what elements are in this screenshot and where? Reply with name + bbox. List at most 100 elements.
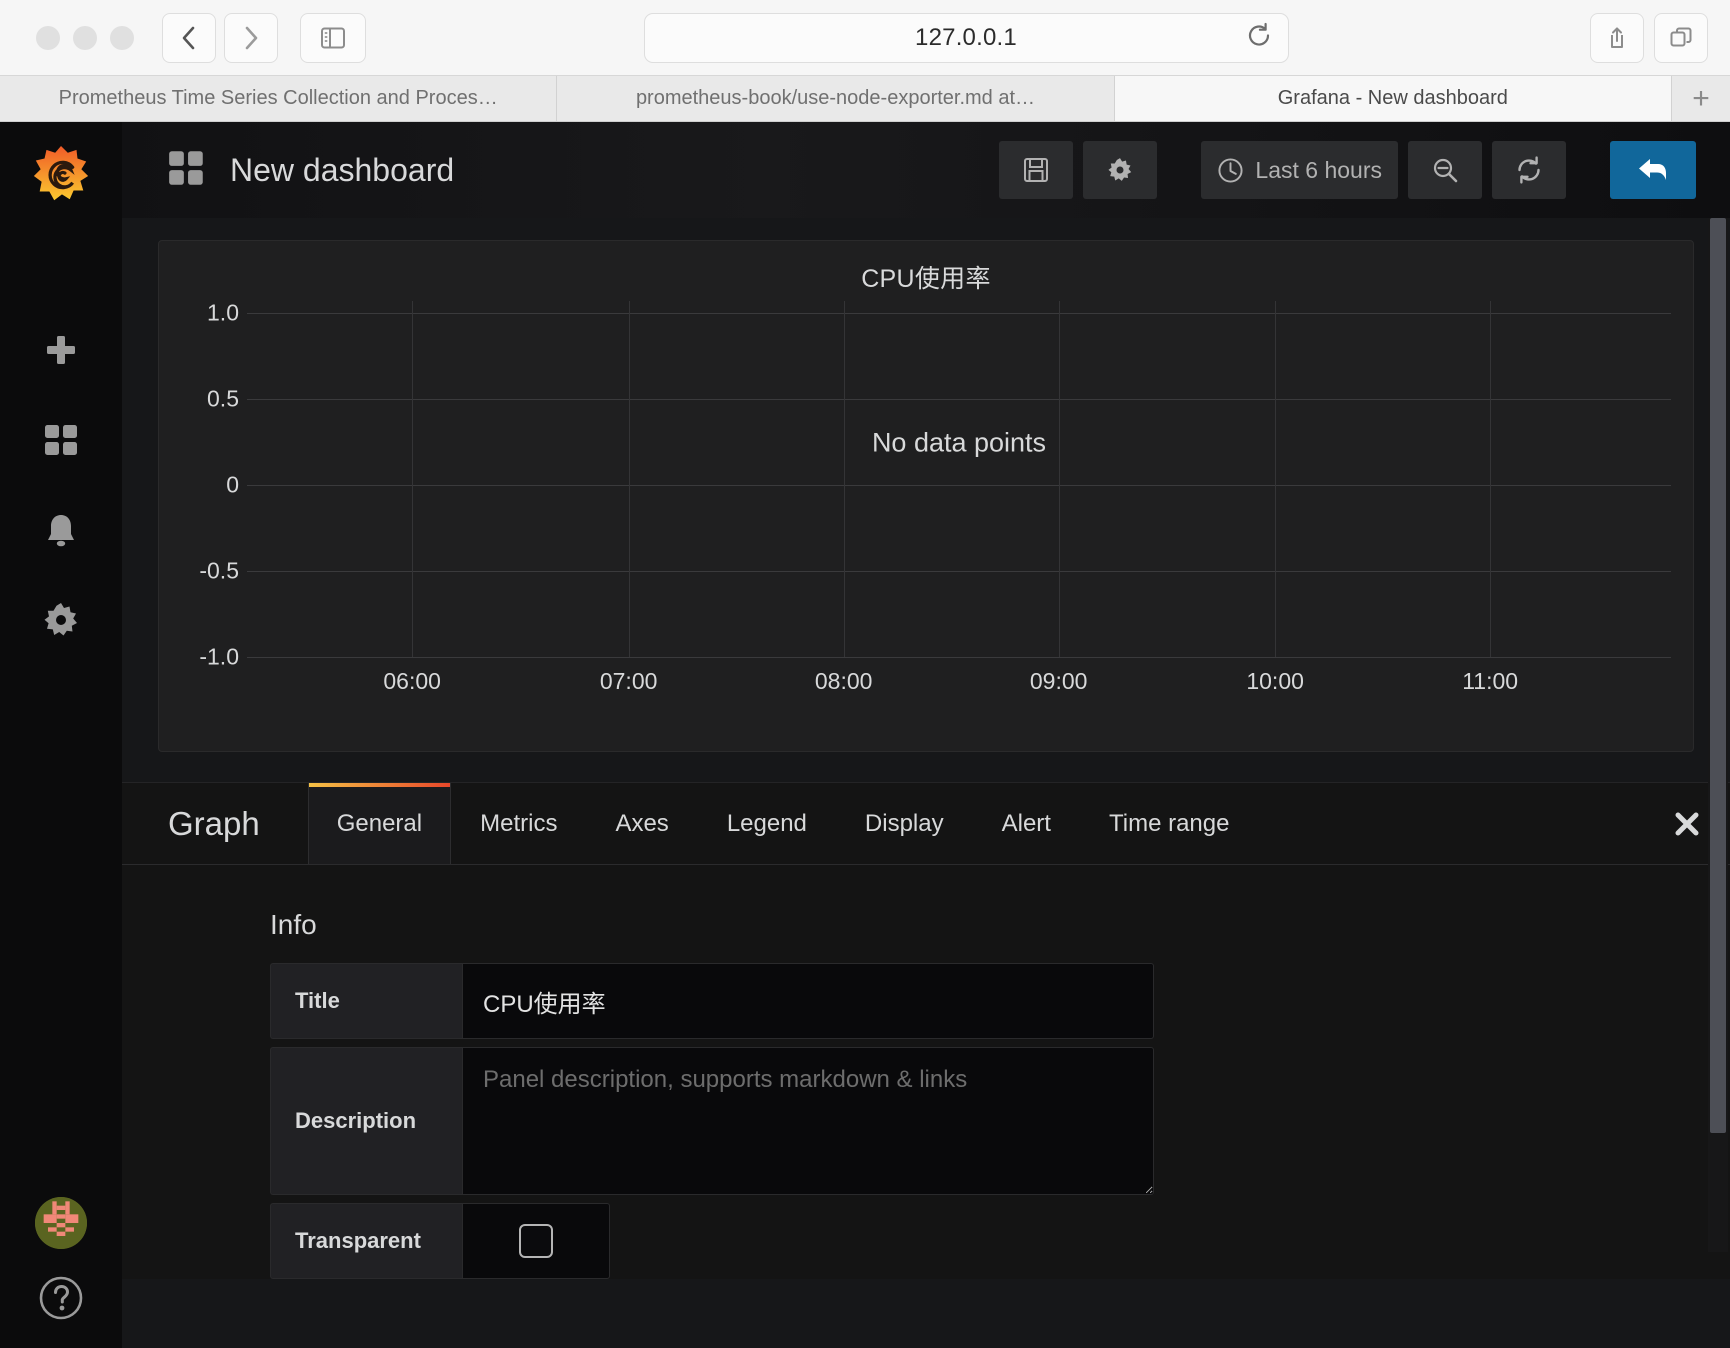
tab-alert[interactable]: Alert (973, 783, 1080, 864)
share-icon (1611, 27, 1623, 48)
dashboard-grid-icon (166, 147, 208, 194)
description-textarea[interactable] (462, 1047, 1154, 1195)
navigation-buttons (162, 12, 278, 63)
close-x-icon (1675, 812, 1699, 835)
chevron-right-icon (245, 26, 258, 49)
browser-right-actions (1590, 12, 1708, 63)
browser-tab-1[interactable]: Prometheus Time Series Collection and Pr… (0, 76, 558, 121)
zoom-out-button[interactable] (1408, 141, 1482, 199)
title-input[interactable] (462, 963, 1154, 1039)
tabs-overview-button[interactable] (1654, 12, 1708, 63)
scrollbar-thumb[interactable] (1710, 218, 1726, 1133)
tab-axes[interactable]: Axes (586, 783, 697, 864)
chevron-left-icon (182, 26, 195, 49)
dashboard-title-group[interactable]: New dashboard (166, 147, 454, 194)
page-title: New dashboard (230, 151, 455, 188)
browser-tab-strip: Prometheus Time Series Collection and Pr… (0, 76, 1730, 122)
sidebar-item-alerting[interactable] (30, 499, 92, 561)
description-field-label: Description (270, 1047, 462, 1195)
gear-icon (1108, 158, 1132, 181)
y-tick-label: -0.5 (199, 557, 239, 584)
panel-editor: Graph General Metrics Axes Legend Displa… (122, 782, 1730, 1279)
panel-area: CPU使用率 1.0 0.5 0 -0.5 -1.0 No data point… (122, 218, 1730, 752)
save-dashboard-button[interactable] (999, 141, 1074, 199)
browser-tab-3[interactable]: Grafana - New dashboard (1114, 76, 1672, 121)
reload-icon (1248, 22, 1269, 46)
browser-toolbar: 127.0.0.1 (0, 0, 1730, 76)
address-text: 127.0.0.1 (915, 23, 1017, 51)
new-tab-button[interactable]: + (1671, 76, 1730, 121)
avatar-identicon (35, 1197, 87, 1249)
x-tick-label: 11:00 (1462, 668, 1519, 694)
time-range-picker[interactable]: Last 6 hours (1201, 141, 1398, 199)
browser-tab-2[interactable]: prometheus-book/use-node-exporter.md at… (557, 76, 1115, 121)
sidebar-toggle-icon (321, 27, 345, 48)
zoom-out-magnifier-icon (1433, 158, 1458, 183)
zoom-window-button[interactable] (110, 25, 134, 50)
transparent-field-row: Transparent (270, 1203, 1730, 1279)
x-tick-label: 09:00 (1029, 668, 1088, 694)
y-tick-label: 0.5 (207, 385, 239, 412)
grafana-content: New dashboard Last 6 hours CPU使用率 1.0 0.… (122, 122, 1730, 1348)
avatar[interactable] (35, 1197, 87, 1249)
x-tick-label: 08:00 (814, 668, 873, 694)
info-section-title: Info (270, 909, 317, 940)
address-bar[interactable]: 127.0.0.1 (643, 12, 1289, 63)
graph-plot[interactable]: 1.0 0.5 0 -0.5 -1.0 No data points 06:00… (159, 299, 1693, 701)
window-traffic-lights[interactable] (36, 25, 134, 50)
refresh-icon (1518, 156, 1540, 184)
grafana-logo-icon (33, 145, 89, 201)
tab-time-range[interactable]: Time range (1080, 783, 1259, 864)
plus-icon (47, 336, 75, 364)
clock-icon (1218, 157, 1243, 183)
panel-title: CPU使用率 (861, 265, 991, 293)
dashboard-toolbar: Last 6 hours (999, 141, 1696, 199)
dashboard-settings-button[interactable] (1083, 141, 1158, 199)
panel-editor-tabs: Graph General Metrics Axes Legend Displa… (122, 783, 1730, 865)
sidebar-item-configuration[interactable] (30, 589, 92, 651)
content-scrollbar[interactable] (1708, 218, 1728, 1252)
tab-display[interactable]: Display (836, 783, 973, 864)
grafana-sidebar (0, 122, 122, 1348)
sidebar-item-dashboards[interactable] (30, 409, 92, 471)
gear-icon (44, 603, 77, 636)
grafana-logo[interactable] (30, 144, 92, 211)
y-axis-labels: 1.0 0.5 0 -0.5 -1.0 (159, 299, 247, 701)
time-range-label: Last 6 hours (1255, 156, 1382, 183)
x-tick-label: 06:00 (383, 668, 441, 694)
graph-panel[interactable]: CPU使用率 1.0 0.5 0 -0.5 -1.0 No data point… (158, 240, 1694, 752)
tab-overview-icon (1670, 27, 1692, 46)
tab-general[interactable]: General (307, 783, 452, 864)
question-circle-icon (39, 1276, 83, 1320)
reload-button[interactable] (1246, 22, 1272, 53)
sidebar-item-help[interactable] (38, 1275, 84, 1326)
y-tick-label: -1.0 (199, 643, 239, 670)
sidebar-toggle-button[interactable] (300, 12, 366, 63)
y-tick-label: 0 (226, 471, 239, 498)
grafana-app: New dashboard Last 6 hours CPU使用率 1.0 0.… (0, 122, 1730, 1348)
forward-button[interactable] (224, 12, 278, 63)
floppy-save-icon (1024, 158, 1049, 182)
transparent-checkbox-cell[interactable] (462, 1203, 610, 1279)
tab-legend[interactable]: Legend (698, 783, 836, 864)
address-bar-container: 127.0.0.1 (366, 12, 1566, 63)
refresh-button[interactable] (1492, 141, 1566, 199)
browser-window: 127.0.0.1 Prometheus Time Series Collect… (0, 0, 1730, 1348)
dashboards-grid-icon (45, 425, 77, 455)
back-to-dashboard-button[interactable] (1610, 141, 1696, 199)
x-tick-label: 10:00 (1246, 668, 1304, 694)
back-arrow-icon (1639, 159, 1666, 180)
sidebar-item-create[interactable] (30, 319, 92, 381)
share-button[interactable] (1590, 12, 1644, 63)
bell-icon (48, 515, 74, 547)
title-field-row: Title (270, 963, 1730, 1039)
transparent-checkbox[interactable] (519, 1224, 553, 1258)
x-axis-labels: 06:00 07:00 08:00 09:00 10:00 11:00 (247, 301, 1671, 701)
close-window-button[interactable] (36, 25, 60, 50)
minimize-window-button[interactable] (73, 25, 97, 50)
tab-metrics[interactable]: Metrics (451, 783, 586, 864)
x-tick-label: 07:00 (599, 668, 658, 694)
y-tick-label: 1.0 (207, 299, 239, 326)
dashboard-header: New dashboard Last 6 hours (122, 122, 1730, 218)
back-button[interactable] (162, 12, 216, 63)
